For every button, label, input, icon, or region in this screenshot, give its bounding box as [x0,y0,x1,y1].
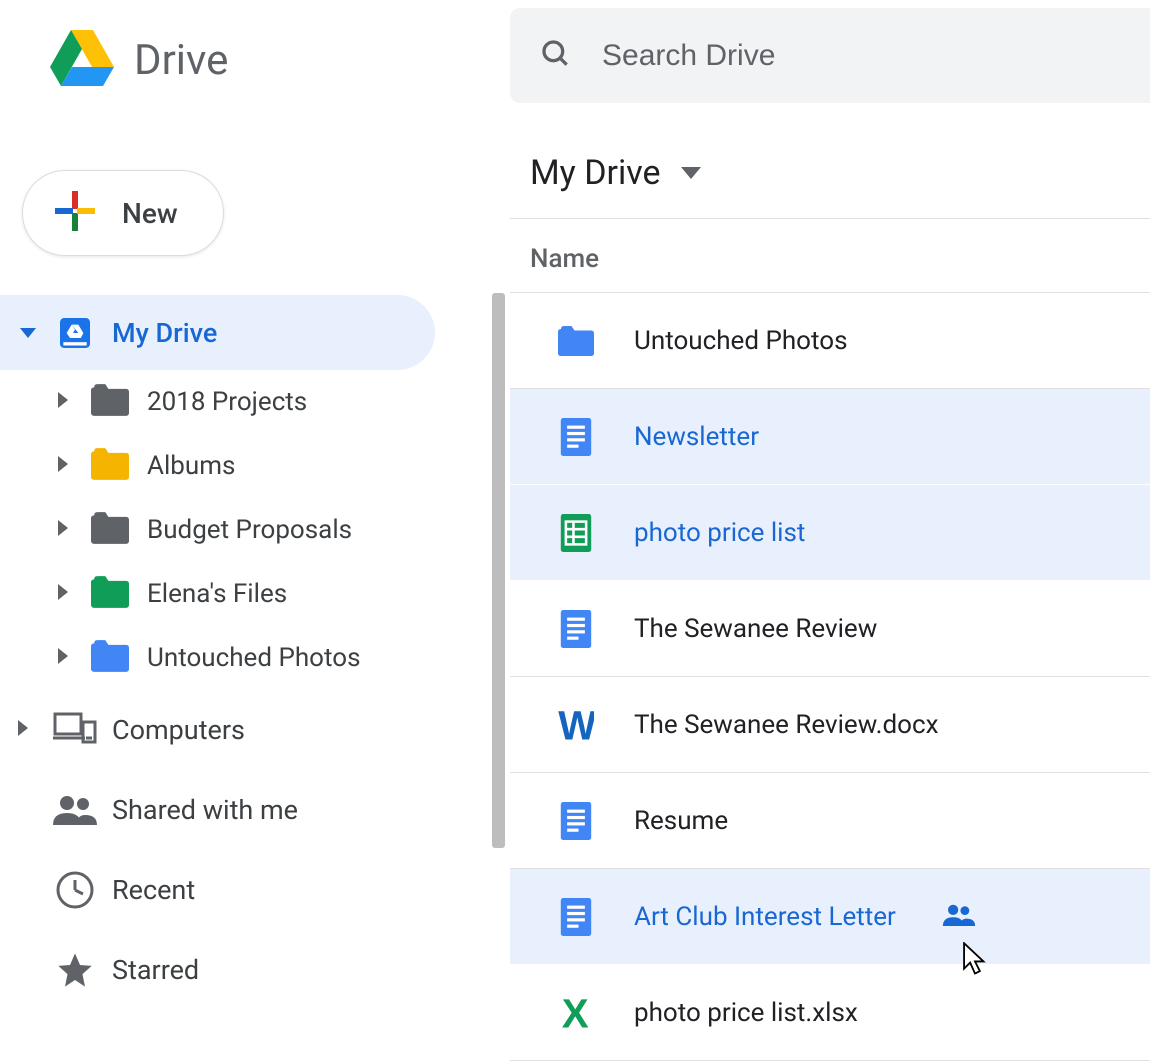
nav-computers[interactable]: Computers [0,690,435,770]
scrollbar[interactable] [492,293,505,848]
app-name: Drive [134,36,228,85]
tree-item[interactable]: Elena's Files [58,562,435,626]
docs-icon [558,898,594,936]
file-name: Art Club Interest Letter [634,902,896,932]
excel-icon: X [558,994,594,1032]
search-icon [540,38,572,74]
dropdown-icon [681,164,701,183]
shared-icon [942,904,976,930]
docs-icon [558,802,594,840]
new-button[interactable]: New [22,170,224,256]
column-header-name[interactable]: Name [510,219,1150,293]
sheets-icon [558,514,594,552]
nav-starred-label: Starred [112,954,199,986]
docs-icon [558,610,594,648]
tree-item[interactable]: 2018 Projects [58,370,435,434]
nav-recent[interactable]: Recent [0,850,435,930]
tree-item-label: Elena's Files [147,579,287,609]
folder-icon [91,448,129,484]
file-row[interactable]: Untouched Photos [510,293,1150,389]
file-row[interactable]: Newsletter [510,389,1150,485]
file-name: Newsletter [634,422,759,452]
file-name: photo price list [634,518,805,548]
breadcrumb[interactable]: My Drive [510,135,1150,219]
computers-icon [53,712,97,748]
nav-recent-label: Recent [112,874,195,906]
chevron-right-icon[interactable] [58,392,73,412]
folder-icon [91,576,129,612]
tree-item-label: Albums [147,451,235,481]
tree-item[interactable]: Albums [58,434,435,498]
nav-my-drive[interactable]: My Drive [0,295,435,370]
file-row[interactable]: Art Club Interest Letter [510,869,1150,965]
drive-logo-icon [50,30,114,91]
tree-item[interactable]: Budget Proposals [58,498,435,562]
file-name: Untouched Photos [634,326,848,356]
file-row[interactable]: The Sewanee Review [510,581,1150,677]
file-name: photo price list.xlsx [634,998,858,1028]
folder-icon [91,512,129,548]
plus-icon [53,189,97,237]
svg-text:W: W [558,706,594,744]
nav-shared[interactable]: Shared with me [0,770,435,850]
svg-text:X: X [562,994,589,1032]
file-name: The Sewanee Review [634,614,877,644]
folder-icon [558,325,594,357]
word-icon: W [558,706,594,744]
nav-shared-label: Shared with me [112,794,298,826]
nav-starred[interactable]: Starred [0,930,435,1010]
chevron-down-icon[interactable] [18,328,38,338]
chevron-right-icon[interactable] [18,720,38,740]
folder-icon [91,640,129,676]
tree-item-label: Untouched Photos [147,643,361,673]
chevron-right-icon[interactable] [58,520,73,540]
nav-my-drive-label: My Drive [112,317,217,349]
tree-item-label: Budget Proposals [147,515,352,545]
file-row[interactable]: photo price list [510,485,1150,581]
file-name: The Sewanee Review.docx [634,710,939,740]
chevron-right-icon[interactable] [58,584,73,604]
file-row[interactable]: X photo price list.xlsx [510,965,1150,1061]
tree-item[interactable]: Untouched Photos [58,626,435,690]
chevron-right-icon[interactable] [58,648,73,668]
file-name: Resume [634,806,728,836]
drive-icon [53,313,97,353]
clock-icon [53,870,97,910]
tree-item-label: 2018 Projects [147,387,307,417]
file-row[interactable]: Resume [510,773,1150,869]
breadcrumb-label: My Drive [530,153,661,193]
nav-computers-label: Computers [112,714,245,746]
new-button-label: New [122,197,178,230]
search-bar[interactable] [510,8,1150,103]
star-icon [53,950,97,990]
docs-icon [558,418,594,456]
file-row[interactable]: W The Sewanee Review.docx [510,677,1150,773]
search-input[interactable] [602,39,1002,73]
people-icon [53,795,97,825]
folder-icon [91,384,129,420]
chevron-right-icon[interactable] [58,456,73,476]
